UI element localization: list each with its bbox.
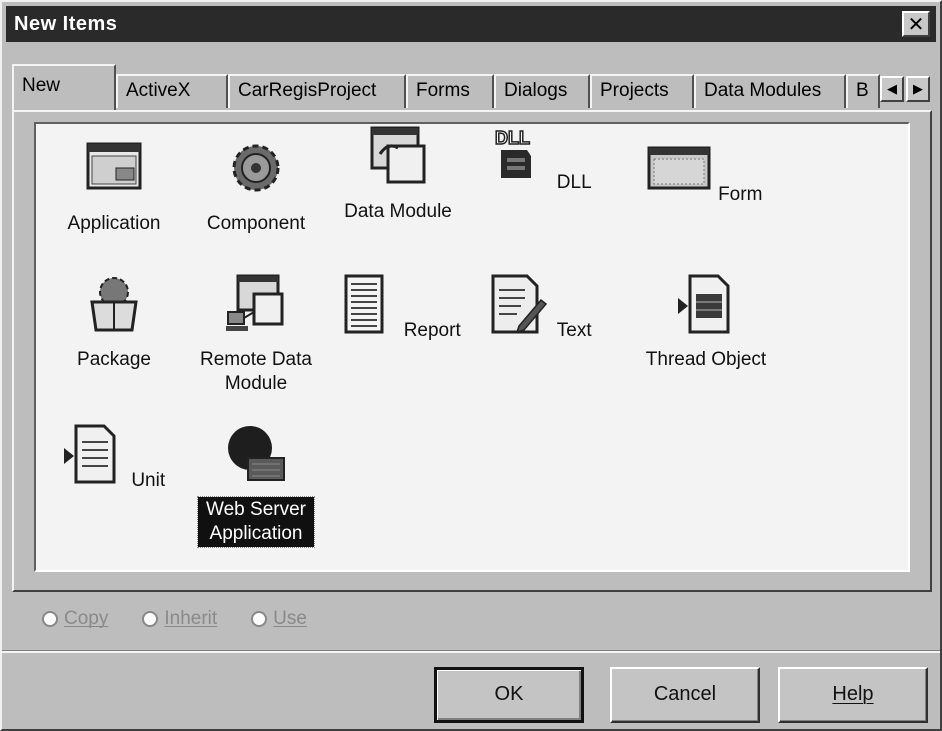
item-label: Application	[67, 213, 161, 234]
title-bar[interactable]: New Items ✕	[6, 6, 936, 42]
tab-projects[interactable]: Projects	[590, 74, 694, 108]
tab-b[interactable]: B	[846, 74, 880, 108]
item-label: DLL	[556, 172, 592, 193]
item-label: Text	[556, 320, 592, 341]
item-label: Package	[77, 349, 151, 370]
item-unit[interactable]: Unit	[44, 422, 184, 494]
package-icon	[90, 277, 138, 332]
item-form[interactable]: Form	[636, 136, 776, 208]
tab-scroll-right-button[interactable]: ▶	[906, 76, 930, 102]
item-application[interactable]: Application	[44, 136, 184, 237]
copy-label: Copy	[64, 608, 109, 629]
ok-button[interactable]: OK	[434, 667, 584, 723]
tab-strip: New ActiveX CarRegisProject Forms Dialog…	[12, 62, 932, 110]
item-label: Report	[403, 320, 461, 341]
item-dll[interactable]: DLL DLL	[470, 124, 610, 196]
tab-carregisproject[interactable]: CarRegisProject	[228, 74, 406, 108]
item-label: Remote Data Module	[200, 349, 312, 394]
application-icon	[86, 142, 142, 190]
inherit-radio[interactable]: Inherit	[142, 608, 217, 630]
remote-data-module-icon	[226, 274, 284, 331]
tab-dialogs[interactable]: Dialogs	[494, 74, 590, 108]
item-label: Form	[718, 184, 763, 205]
dll-icon: DLL	[495, 127, 532, 178]
item-report[interactable]: Report	[328, 272, 468, 344]
item-text[interactable]: Text	[470, 272, 610, 344]
item-package[interactable]: Package	[44, 272, 184, 373]
new-items-dialog: New Items ✕ New ActiveX CarRegisProject …	[0, 0, 942, 731]
inherit-label: Inherit	[164, 608, 218, 629]
item-label: Thread Object	[645, 349, 767, 370]
item-thread-object[interactable]: Thread Object	[636, 272, 776, 373]
form-icon	[647, 146, 711, 190]
use-label: Use	[273, 608, 307, 629]
tab-forms[interactable]: Forms	[406, 74, 494, 108]
tab-new[interactable]: New	[12, 64, 116, 110]
items-list[interactable]: Application Component Data Module DLL DL…	[34, 122, 910, 572]
item-label: Data Module	[344, 201, 452, 222]
item-label: Web Server Application	[197, 496, 315, 548]
footer-separator	[2, 650, 940, 653]
usage-options: Copy Inherit Use	[42, 605, 307, 633]
cancel-button[interactable]: Cancel	[610, 667, 760, 723]
dialog-title: New Items	[14, 12, 118, 35]
data-module-icon	[370, 126, 426, 184]
tab-activex[interactable]: ActiveX	[116, 74, 228, 108]
item-component[interactable]: Component	[186, 136, 326, 237]
item-data-module[interactable]: Data Module	[328, 124, 468, 225]
help-label: Help	[832, 683, 874, 705]
web-server-application-icon	[228, 426, 285, 481]
tab-data-modules[interactable]: Data Modules	[694, 74, 846, 108]
use-radio[interactable]: Use	[251, 608, 307, 630]
component-icon	[232, 144, 280, 192]
radio-dot	[142, 611, 159, 627]
help-button[interactable]: Help	[778, 667, 928, 723]
close-button[interactable]: ✕	[902, 11, 930, 37]
item-label: Unit	[131, 470, 166, 491]
copy-radio[interactable]: Copy	[42, 608, 108, 630]
unit-icon	[63, 424, 116, 484]
tab-panel: Application Component Data Module DLL DL…	[12, 110, 932, 592]
radio-dot	[42, 611, 58, 627]
text-icon	[491, 274, 548, 334]
item-label: Component	[206, 213, 306, 234]
radio-dot	[251, 611, 268, 627]
svg-text:DLL: DLL	[495, 128, 530, 148]
report-icon	[344, 274, 384, 334]
item-remote-data-module[interactable]: Remote Data Module	[186, 272, 326, 397]
thread-object-icon	[678, 274, 730, 334]
item-web-server-application[interactable]: Web Server Application	[186, 422, 326, 548]
tab-scroll-left-button[interactable]: ◀	[880, 76, 904, 102]
